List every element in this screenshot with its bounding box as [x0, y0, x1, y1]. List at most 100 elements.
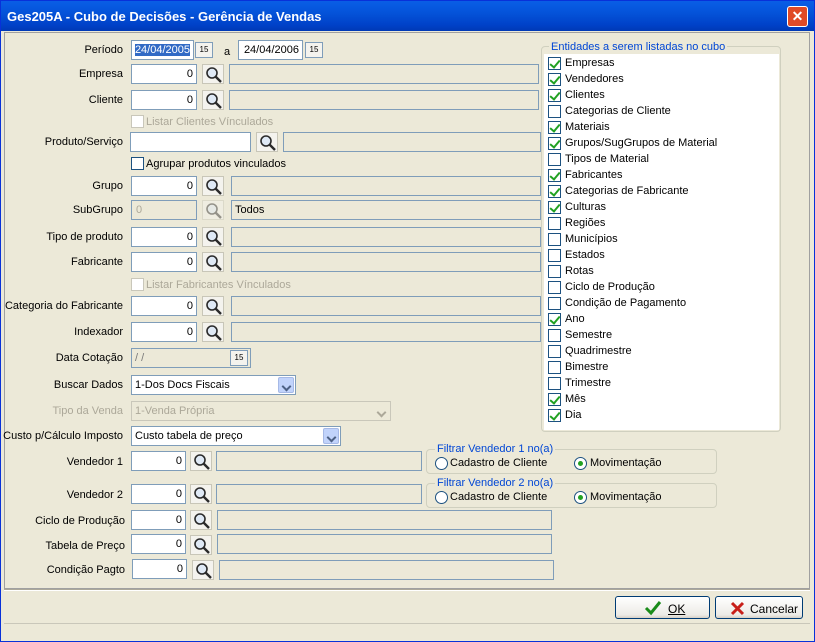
cliente-description: [229, 90, 539, 110]
entidade-checkbox[interactable]: [548, 409, 561, 422]
entidade-checkbox[interactable]: [548, 217, 561, 230]
entidade-checkbox[interactable]: [548, 169, 561, 182]
tipo-venda-label: Tipo da Venda: [52, 405, 123, 417]
ciclo-code-input[interactable]: 0: [131, 510, 186, 530]
chevron-down-icon[interactable]: [323, 428, 339, 444]
chevron-down-icon[interactable]: [373, 403, 389, 419]
periodo-from-calendar-icon[interactable]: 15: [195, 42, 213, 58]
periodo-to-input[interactable]: 24/04/2006: [238, 40, 303, 60]
cliente-label: Cliente: [88, 94, 123, 106]
filtro2-cadastro-radio[interactable]: [435, 491, 448, 504]
vendedor2-description: [216, 484, 422, 504]
categoria-fabricante-search-icon[interactable]: [202, 296, 224, 316]
filtro2-movimentacao-radio[interactable]: [574, 491, 587, 504]
produto-search-icon[interactable]: [256, 132, 278, 152]
listar-clientes-checkbox[interactable]: [131, 115, 144, 128]
entidade-checkbox[interactable]: [548, 265, 561, 278]
entidade-label: Materiais: [565, 121, 610, 133]
filtro1-movimentacao-label: Movimentação: [590, 457, 662, 469]
ciclo-search-icon[interactable]: [190, 510, 212, 530]
ok-label: OK: [668, 602, 686, 616]
empresa-label: Empresa: [78, 68, 123, 80]
empresa-code-input[interactable]: 0: [131, 64, 197, 84]
checkmark-icon: [644, 601, 662, 616]
entidade-checkbox[interactable]: [548, 297, 561, 310]
cancel-button[interactable]: Cancelar: [715, 596, 803, 619]
custo-select[interactable]: Custo tabela de preço: [131, 426, 341, 446]
entidade-checkbox[interactable]: [548, 185, 561, 198]
entidade-checkbox[interactable]: [548, 329, 561, 342]
filtro1-movimentacao-radio[interactable]: [574, 457, 587, 470]
vendedor2-code-input[interactable]: 0: [131, 484, 186, 504]
categoria-fabricante-description: [231, 296, 541, 316]
categoria-fabricante-code-input[interactable]: 0: [131, 296, 197, 316]
fabricante-label: Fabricante: [71, 256, 123, 268]
fabricante-search-icon[interactable]: [202, 252, 224, 272]
vendedor2-search-icon[interactable]: [190, 484, 212, 504]
entidade-checkbox[interactable]: [548, 345, 561, 358]
empresa-search-icon[interactable]: [202, 64, 224, 84]
tabela-preco-code-input[interactable]: 0: [131, 534, 186, 554]
entidade-checkbox[interactable]: [548, 281, 561, 294]
listar-fabricantes-checkbox[interactable]: [131, 278, 144, 291]
data-cotacao-calendar-icon[interactable]: 15: [230, 350, 248, 366]
tabela-preco-label: Tabela de Preço: [45, 540, 126, 552]
cliente-code-input[interactable]: 0: [131, 90, 197, 110]
title-bar[interactable]: Ges205A - Cubo de Decisões - Gerência de…: [1, 1, 814, 31]
entidade-checkbox[interactable]: [548, 121, 561, 134]
periodo-to-calendar-icon[interactable]: 15: [305, 42, 323, 58]
tabela-preco-search-icon[interactable]: [190, 535, 212, 555]
entidade-checkbox[interactable]: [548, 73, 561, 86]
entidade-checkbox[interactable]: [548, 249, 561, 262]
filtro1-cadastro-radio[interactable]: [435, 457, 448, 470]
entidade-checkbox[interactable]: [548, 233, 561, 246]
ok-button[interactable]: OK: [615, 596, 710, 619]
produto-code-input[interactable]: [130, 132, 251, 152]
filtro1-cadastro-label: Cadastro de Cliente: [450, 457, 548, 469]
subgrupo-code-input[interactable]: 0: [131, 200, 197, 220]
entidade-checkbox[interactable]: [548, 201, 561, 214]
cliente-search-icon[interactable]: [202, 90, 224, 110]
entidade-checkbox[interactable]: [548, 137, 561, 150]
entidade-checkbox[interactable]: [548, 313, 561, 326]
chevron-down-icon[interactable]: [278, 377, 294, 393]
entidade-checkbox[interactable]: [548, 393, 561, 406]
indexador-search-icon[interactable]: [202, 322, 224, 342]
buscar-dados-select[interactable]: 1-Dos Docs Fiscais: [131, 375, 296, 395]
entidades-checklist[interactable]: Empresas Vendedores Clientes Categorias de …: [544, 54, 779, 430]
entidade-label: Regiões: [565, 217, 606, 229]
tipo-produto-code-input[interactable]: 0: [131, 227, 197, 247]
entidade-checkbox[interactable]: [548, 361, 561, 374]
grupo-code-input[interactable]: 0: [131, 176, 197, 196]
empresa-description: [229, 64, 539, 84]
vendedor1-label: Vendedor 1: [66, 456, 123, 468]
grupo-search-icon[interactable]: [202, 176, 224, 196]
tipo-produto-search-icon[interactable]: [202, 227, 224, 247]
custo-value: Custo tabela de preço: [135, 430, 243, 442]
close-button[interactable]: ✕: [787, 6, 808, 27]
tabela-preco-description: [217, 534, 552, 554]
entidade-checkbox[interactable]: [548, 89, 561, 102]
vendedor1-search-icon[interactable]: [190, 451, 212, 471]
entidade-checkbox[interactable]: [548, 105, 561, 118]
indexador-code-input[interactable]: 0: [131, 322, 197, 342]
ciclo-description: [217, 510, 552, 530]
fabricante-code-input[interactable]: 0: [131, 252, 197, 272]
vendedor1-code-input[interactable]: 0: [131, 451, 186, 471]
entidade-checkbox[interactable]: [548, 153, 561, 166]
entidade-checkbox[interactable]: [548, 57, 561, 70]
periodo-from-input[interactable]: 24/04/2005: [131, 40, 194, 60]
entidade-label: Municípios: [565, 233, 618, 245]
subgrupo-search-icon[interactable]: [202, 200, 224, 220]
condicao-pagto-search-icon[interactable]: [192, 560, 214, 580]
entidade-label: Ciclo de Produção: [565, 281, 655, 293]
data-cotacao-label: Data Cotação: [55, 352, 123, 364]
status-bar: [4, 623, 810, 639]
tipo-venda-select[interactable]: 1-Venda Própria: [131, 401, 391, 421]
condicao-pagto-code-input[interactable]: 0: [132, 559, 187, 579]
agrupar-produtos-checkbox[interactable]: [131, 157, 144, 170]
entidade-checkbox[interactable]: [548, 377, 561, 390]
vendedor2-label: Vendedor 2: [66, 489, 123, 501]
window-title: Ges205A - Cubo de Decisões - Gerência de…: [7, 9, 322, 24]
periodo-label: Período: [84, 44, 123, 56]
